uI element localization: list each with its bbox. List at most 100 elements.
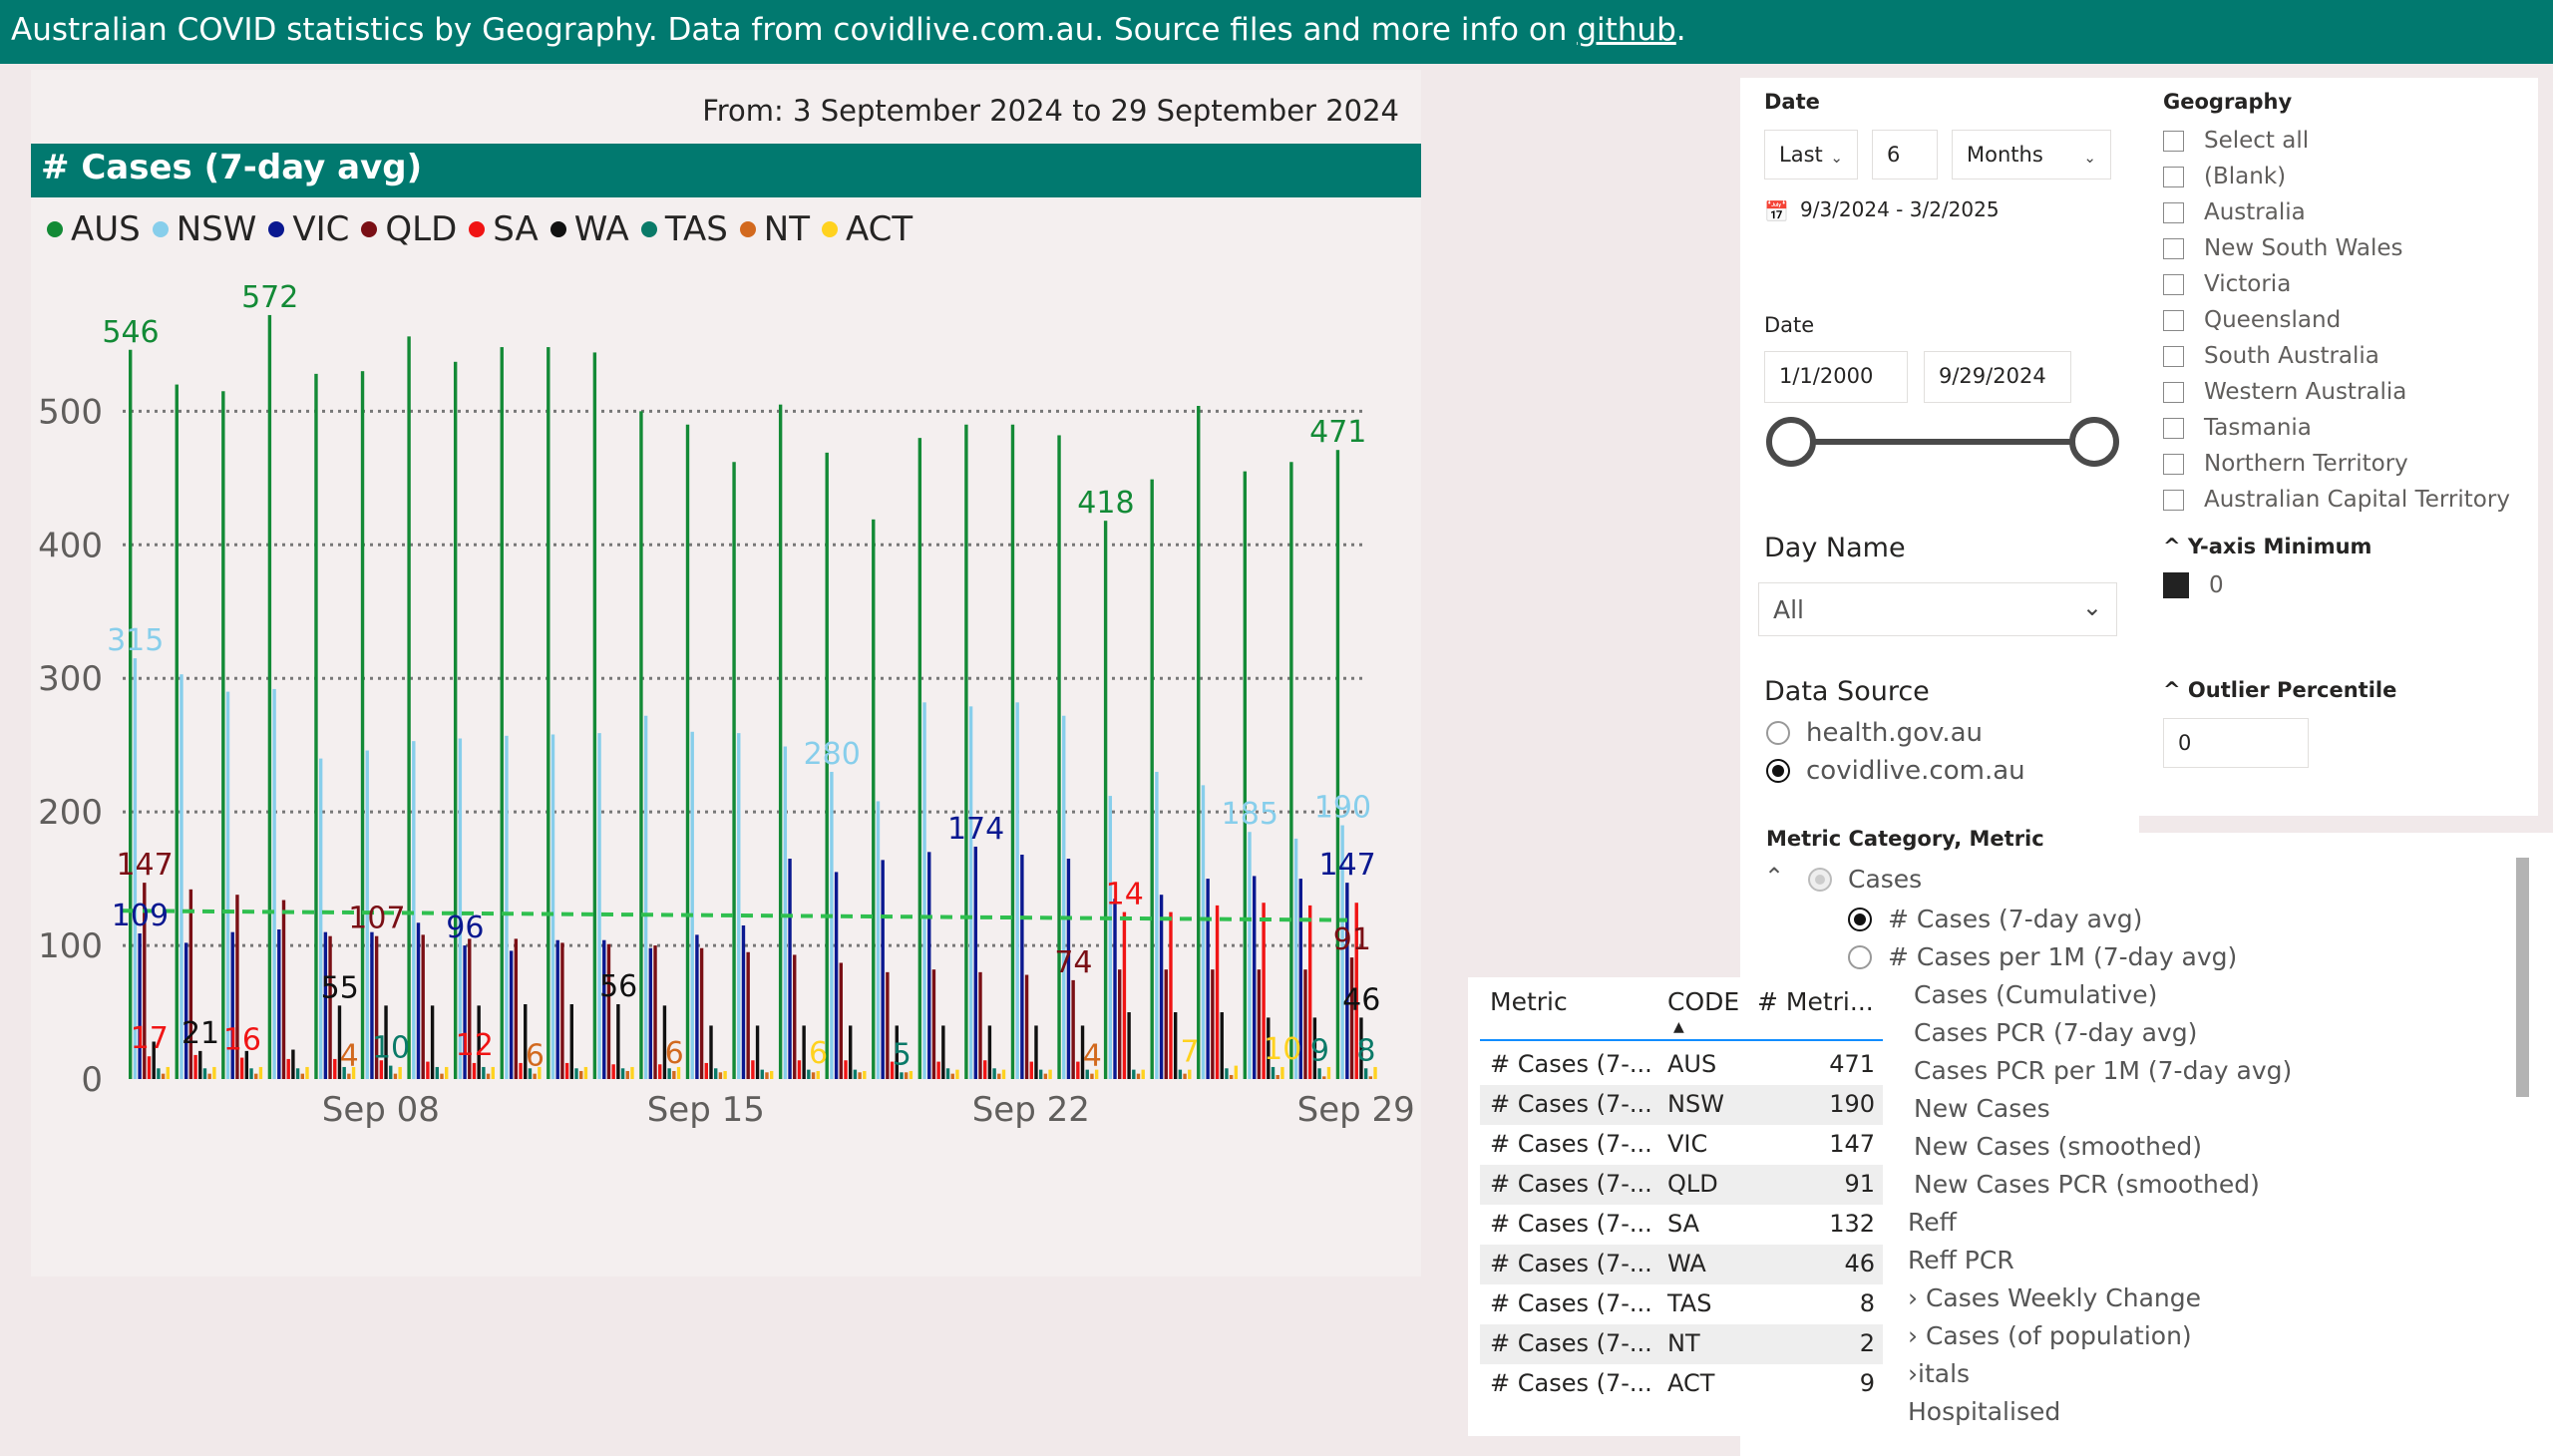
cell-value: 8 xyxy=(1859,1289,1875,1317)
legend-item[interactable]: AUS xyxy=(47,209,141,249)
metric-item[interactable]: Hospitalised xyxy=(1908,1397,2060,1426)
bar-nt xyxy=(1229,1074,1234,1079)
bar-qld xyxy=(1349,957,1354,1079)
checkbox[interactable] xyxy=(2163,130,2184,152)
cell-metric: # Cases (7-... xyxy=(1490,1250,1652,1277)
data-source-option-covidlive[interactable]: covidlive.com.au xyxy=(1766,756,2025,786)
bar-tas xyxy=(202,1068,207,1079)
radio-button-selected[interactable] xyxy=(1766,759,1790,783)
bar-act xyxy=(630,1066,634,1079)
bar-tas xyxy=(1271,1066,1276,1079)
metric-item[interactable]: Cases (Cumulative) xyxy=(1914,980,2157,1009)
checkbox[interactable] xyxy=(2163,237,2184,259)
legend-item[interactable]: NT xyxy=(739,209,810,249)
checkbox[interactable] xyxy=(2163,417,2184,439)
col-header-value[interactable]: # Metri... xyxy=(1757,987,1874,1016)
metric-item[interactable]: Cases PCR per 1M (7-day avg) xyxy=(1914,1056,2292,1085)
legend-item[interactable]: ACT xyxy=(822,209,912,249)
bar-aus xyxy=(639,411,643,1079)
radio-button[interactable] xyxy=(1808,867,1832,892)
metric-item[interactable]: Cases PCR (7-day avg) xyxy=(1914,1018,2197,1047)
geography-item[interactable]: Australia xyxy=(2163,199,2306,225)
geography-item[interactable]: Western Australia xyxy=(2163,379,2406,405)
metric-item[interactable]: New Cases (smoothed) xyxy=(1914,1132,2202,1161)
geography-item[interactable]: Queensland xyxy=(2163,307,2341,333)
metric-category-label: Cases xyxy=(1848,865,1923,894)
bar-vic xyxy=(1206,879,1210,1079)
metric-item[interactable]: # Cases per 1M (7-day avg) xyxy=(1848,942,2237,971)
relative-unit-dropdown[interactable]: Months ⌄ xyxy=(1952,130,2111,180)
metric-item[interactable]: New Cases PCR (smoothed) xyxy=(1914,1170,2260,1199)
col-header-code[interactable]: CODE xyxy=(1667,987,1739,1016)
bar-tas xyxy=(760,1069,764,1079)
geography-item[interactable]: South Australia xyxy=(2163,343,2379,369)
radio-button-selected[interactable] xyxy=(1848,907,1872,931)
legend-item[interactable]: SA xyxy=(469,209,539,249)
table-row[interactable]: # Cases (7-... QLD 91 xyxy=(1480,1165,1883,1205)
checkbox[interactable] xyxy=(2163,345,2184,367)
legend-item[interactable]: TAS xyxy=(640,209,728,249)
checkbox[interactable] xyxy=(2163,309,2184,331)
geography-item[interactable]: Select all xyxy=(2163,128,2309,154)
data-source-option-health[interactable]: health.gov.au xyxy=(1766,718,1983,748)
metric-item[interactable]: › Cases Weekly Change xyxy=(1908,1283,2201,1312)
date-slider-start-handle[interactable] xyxy=(1766,417,1816,467)
checkbox[interactable] xyxy=(2163,381,2184,403)
checkbox[interactable] xyxy=(2163,453,2184,475)
table-row[interactable]: # Cases (7-... TAS 8 xyxy=(1480,1284,1883,1324)
data-label: 17 xyxy=(131,1021,169,1056)
radio-button[interactable] xyxy=(1766,721,1790,745)
metric-item[interactable]: › Cases (of population) xyxy=(1908,1321,2192,1350)
checkbox[interactable] xyxy=(2163,489,2184,511)
table-row[interactable]: # Cases (7-... NSW 190 xyxy=(1480,1085,1883,1125)
geography-item[interactable]: Victoria xyxy=(2163,271,2291,297)
github-link[interactable]: github xyxy=(1577,12,1675,48)
day-name-dropdown[interactable]: All ⌄ xyxy=(1758,582,2117,636)
table-row[interactable]: # Cases (7-... VIC 147 xyxy=(1480,1125,1883,1165)
legend-item[interactable]: QLD xyxy=(361,209,457,249)
metric-item[interactable]: Reff PCR xyxy=(1908,1246,2014,1274)
table-row[interactable]: # Cases (7-... ACT 9 xyxy=(1480,1364,1883,1404)
checkbox[interactable] xyxy=(2163,166,2184,187)
geography-item[interactable]: New South Wales xyxy=(2163,235,2403,261)
outlier-input[interactable]: 0 xyxy=(2163,718,2309,768)
table-row[interactable]: # Cases (7-... WA 46 xyxy=(1480,1245,1883,1284)
collapse-icon[interactable]: ⌃ xyxy=(1764,863,1784,891)
metric-item[interactable]: # Cases (7-day avg) xyxy=(1848,905,2142,933)
bar-nt xyxy=(254,1073,258,1079)
bar-act xyxy=(769,1070,774,1079)
y-axis-min-value[interactable]: 0 xyxy=(2163,572,2224,598)
data-label: 96 xyxy=(446,910,484,945)
bar-vic xyxy=(509,950,514,1079)
bar-nsw xyxy=(876,801,881,1079)
legend-item[interactable]: VIC xyxy=(268,209,349,249)
metric-scrollbar[interactable] xyxy=(2516,858,2529,1097)
relative-date-dropdown[interactable]: Last ⌄ xyxy=(1764,130,1858,180)
metric-item[interactable]: ›itals xyxy=(1908,1359,1970,1388)
table-row[interactable]: # Cases (7-... SA 132 xyxy=(1480,1205,1883,1245)
metric-item[interactable]: New Cases xyxy=(1914,1094,2050,1123)
bar-wa xyxy=(1127,1012,1131,1079)
radio-button[interactable] xyxy=(1848,944,1872,969)
relative-count-input[interactable]: 6 xyxy=(1872,130,1938,180)
table-row[interactable]: # Cases (7-... AUS 471 xyxy=(1480,1045,1883,1085)
checkbox[interactable] xyxy=(2163,273,2184,295)
metric-category-cases[interactable]: Cases xyxy=(1808,865,1922,894)
col-header-metric[interactable]: Metric xyxy=(1490,987,1568,1016)
geography-item[interactable]: Australian Capital Territory xyxy=(2163,487,2510,513)
geography-item[interactable]: (Blank) xyxy=(2163,164,2286,189)
bar-nsw xyxy=(225,691,230,1079)
date-filter-panel: Date Last ⌄ 6 Months ⌄ 📅 9/3/2024 - 3/2/… xyxy=(1740,78,2139,838)
checkbox[interactable] xyxy=(2163,201,2184,223)
end-date-input[interactable]: 9/29/2024 xyxy=(1924,351,2071,403)
day-name-value: All xyxy=(1773,595,1804,624)
date-slider-end-handle[interactable] xyxy=(2069,417,2119,467)
legend-item[interactable]: NSW xyxy=(152,209,256,249)
table-row[interactable]: # Cases (7-... NT 2 xyxy=(1480,1324,1883,1364)
geography-item[interactable]: Tasmania xyxy=(2163,415,2312,441)
metric-item[interactable]: Reff xyxy=(1908,1208,1957,1237)
legend-item[interactable]: WA xyxy=(549,209,629,249)
geography-item[interactable]: Northern Territory xyxy=(2163,451,2408,477)
start-date-input[interactable]: 1/1/2000 xyxy=(1764,351,1908,403)
cell-metric: # Cases (7-... xyxy=(1490,1170,1652,1198)
